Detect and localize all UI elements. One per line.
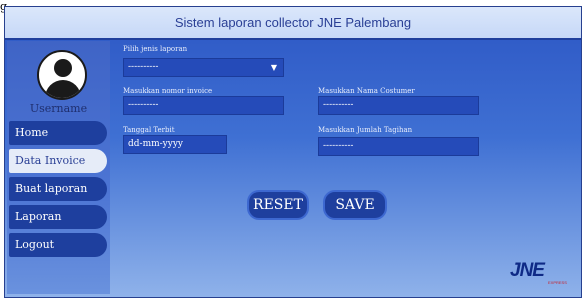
- report-type-select[interactable]: ---------- ▼: [123, 58, 284, 77]
- jne-logo-tagline: EXPRESS: [548, 280, 567, 285]
- sidebar-item-laporan[interactable]: Laporan: [9, 205, 107, 229]
- amount-label: Masukkan Jumlah Tagihan: [318, 126, 413, 134]
- sidebar-item-logout[interactable]: Logout: [9, 233, 107, 257]
- report-type-label: Pilih jenis laporan: [123, 45, 188, 53]
- invoice-label: Masukkan nomor invoice: [123, 87, 213, 95]
- app-window: Sistem laporan collector JNE Palembang U…: [4, 6, 582, 298]
- dropdown-caret-icon: ▼: [270, 63, 277, 72]
- date-input[interactable]: dd-mm-yyyy: [123, 135, 227, 154]
- jne-logo: JNE: [510, 260, 545, 281]
- amount-input[interactable]: ----------: [318, 137, 479, 156]
- date-label: Tanggal Terbit: [123, 126, 175, 134]
- app-title: Sistem laporan collector JNE Palembang: [174, 15, 412, 30]
- customer-label: Masukkan Nama Costumer: [318, 87, 415, 95]
- reset-button[interactable]: RESET: [247, 190, 309, 220]
- sidebar-item-buat-laporan[interactable]: Buat laporan: [9, 177, 107, 201]
- customer-input[interactable]: ----------: [318, 96, 479, 115]
- save-button[interactable]: SAVE: [323, 190, 387, 220]
- username-label: Username: [29, 102, 88, 115]
- app-header: Sistem laporan collector JNE Palembang: [5, 7, 581, 40]
- sidebar-item-data-invoice[interactable]: Data Invoice: [9, 149, 107, 173]
- sidebar: Username Home Data Invoice Buat laporan …: [7, 41, 110, 294]
- invoice-input[interactable]: ----------: [123, 96, 284, 115]
- user-avatar-icon: [37, 50, 87, 100]
- sidebar-item-home[interactable]: Home: [9, 121, 107, 145]
- report-type-value: ----------: [128, 62, 159, 72]
